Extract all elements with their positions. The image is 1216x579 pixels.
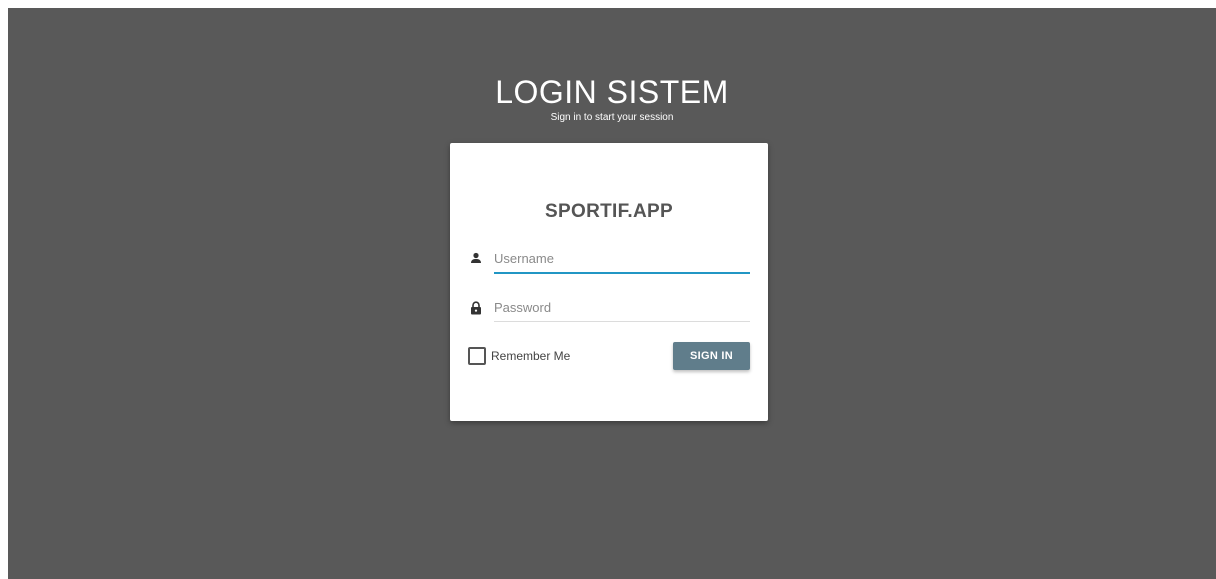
username-input[interactable]	[494, 244, 750, 274]
brand-name: SPORTIF.APP	[545, 201, 673, 222]
page-title: LOGIN SISTEM	[495, 74, 729, 110]
login-backdrop: LOGIN SISTEM Sign in to start your sessi…	[8, 8, 1216, 579]
username-row	[468, 244, 750, 274]
page-subtitle: Sign in to start your session	[550, 112, 674, 123]
password-input[interactable]	[494, 293, 750, 322]
remember-checkbox[interactable]	[468, 347, 486, 365]
person-icon	[470, 252, 482, 266]
lock-icon	[470, 301, 482, 315]
login-card: SPORTIF.APP Remember Me	[450, 143, 768, 421]
sign-in-button[interactable]: SIGN IN	[673, 342, 750, 370]
password-row	[468, 293, 750, 323]
remember-me[interactable]: Remember Me	[468, 347, 570, 365]
remember-label[interactable]: Remember Me	[491, 349, 570, 363]
